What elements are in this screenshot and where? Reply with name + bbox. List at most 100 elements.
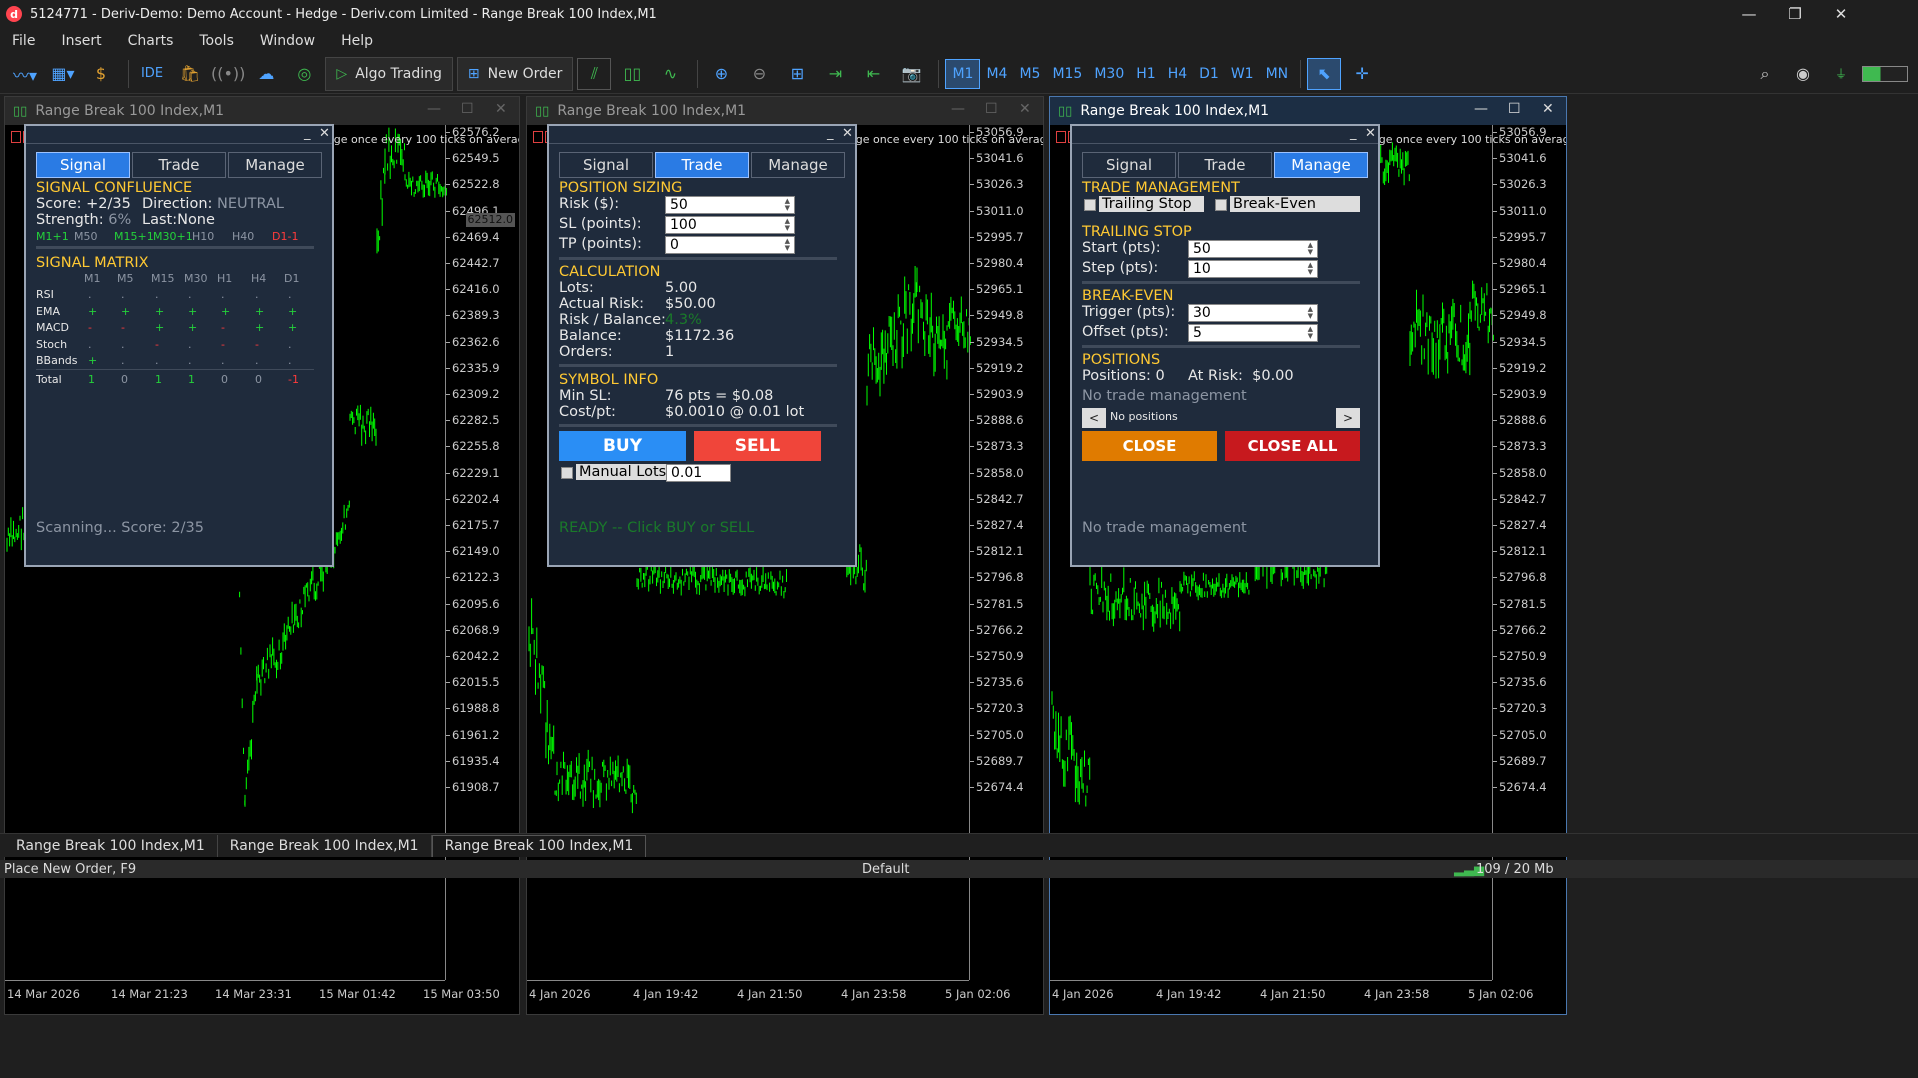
market-bag-icon[interactable]: 🛍 xyxy=(173,58,207,90)
spinner-icon[interactable]: ▲ ▼ xyxy=(1308,262,1313,276)
current-price-tag: 62512.0 xyxy=(465,213,515,227)
dollar-icon[interactable]: $ xyxy=(84,58,118,90)
crosshair-icon[interactable]: ✛ xyxy=(1345,58,1379,90)
break-even-checkbox[interactable] xyxy=(1215,199,1227,211)
trailing-start-input[interactable]: 50 ▲ ▼ xyxy=(1188,240,1318,258)
minimize-icon[interactable]: — xyxy=(1726,0,1772,28)
close-icon[interactable]: ✕ xyxy=(495,101,507,117)
restore-icon[interactable]: ❐ xyxy=(1772,0,1818,28)
indicators-icon[interactable]: ▦▾ xyxy=(46,58,80,90)
menu-tools[interactable]: Tools xyxy=(187,33,248,49)
algo-trading-button[interactable]: ▷ Algo Trading xyxy=(325,56,453,91)
minimize-icon[interactable]: _ xyxy=(827,126,834,141)
close-all-button[interactable]: CLOSE ALL xyxy=(1225,431,1360,461)
tab-signal[interactable]: Signal xyxy=(36,152,130,178)
ea-panel-manage: _ ✕ Signal Trade Manage TRADE MANAGEMENT… xyxy=(1070,124,1380,567)
timeframe-m15[interactable]: M15 xyxy=(1046,59,1088,89)
signal-broadcast-icon[interactable]: ((•)) xyxy=(211,58,245,90)
close-icon[interactable]: ✕ xyxy=(1365,126,1376,141)
time-tick: 15 Mar 01:42 xyxy=(319,987,396,1001)
ide-button[interactable]: IDE xyxy=(135,58,169,90)
tab-signal[interactable]: Signal xyxy=(1082,152,1176,178)
menu-insert[interactable]: Insert xyxy=(49,33,115,49)
prev-position-button[interactable]: < xyxy=(1082,408,1106,428)
close-icon[interactable]: ✕ xyxy=(842,126,853,141)
line-chart-icon[interactable]: 〰▾ xyxy=(8,58,42,90)
minimize-icon[interactable]: — xyxy=(427,101,441,117)
cloud-icon[interactable]: ☁ xyxy=(249,58,283,90)
timeframe-m5[interactable]: M5 xyxy=(1013,59,1046,89)
manual-lots-input[interactable]: 0.01 xyxy=(666,464,731,482)
trailing-stop-checkbox[interactable] xyxy=(1084,199,1096,211)
chart-tab[interactable]: Range Break 100 Index,M1 xyxy=(431,834,647,857)
zoom-out-icon[interactable]: ⊖ xyxy=(742,58,776,90)
timeframe-m4[interactable]: M4 xyxy=(980,59,1013,89)
maximize-icon[interactable]: ☐ xyxy=(985,101,998,117)
maximize-icon[interactable]: ☐ xyxy=(1508,101,1521,117)
minimize-icon[interactable]: — xyxy=(1474,101,1488,117)
be-trigger-input[interactable]: 30 ▲ ▼ xyxy=(1188,304,1318,322)
next-position-button[interactable]: > xyxy=(1336,408,1360,428)
screenshot-icon[interactable]: 📷 xyxy=(894,58,928,90)
close-button[interactable]: CLOSE xyxy=(1082,431,1217,461)
tab-manage[interactable]: Manage xyxy=(751,152,845,178)
be-offset-input[interactable]: 5 ▲ ▼ xyxy=(1188,324,1318,342)
close-icon[interactable]: ✕ xyxy=(1019,101,1031,117)
close-icon[interactable]: ✕ xyxy=(1818,0,1864,28)
direction-row: Direction: NEUTRAL xyxy=(142,196,284,212)
spinner-icon[interactable]: ▲ ▼ xyxy=(785,218,790,232)
maximize-icon[interactable]: ☐ xyxy=(461,101,474,117)
timeframe-d1[interactable]: D1 xyxy=(1193,59,1225,89)
menu-window[interactable]: Window xyxy=(248,33,329,49)
autoscroll-icon[interactable]: ⇥ xyxy=(818,58,852,90)
trailing-step-input[interactable]: 10 ▲ ▼ xyxy=(1188,260,1318,278)
spinner-icon[interactable]: ▲ ▼ xyxy=(785,238,790,252)
new-order-button[interactable]: ⊞ New Order xyxy=(456,56,574,91)
tile-windows-icon[interactable]: ⊞ xyxy=(780,58,814,90)
price-tick: 62389.3 xyxy=(446,308,500,322)
menu-file[interactable]: File xyxy=(0,33,49,49)
spinner-icon[interactable]: ▲ ▼ xyxy=(785,198,790,212)
bar-chart-icon[interactable]: ⫽ xyxy=(577,57,612,90)
zoom-in-icon[interactable]: ⊕ xyxy=(704,58,738,90)
spinner-icon[interactable]: ▲ ▼ xyxy=(1308,242,1313,256)
start-label: Start (pts): xyxy=(1082,240,1161,256)
menu-charts[interactable]: Charts xyxy=(116,33,188,49)
tab-trade[interactable]: Trade xyxy=(655,152,749,178)
risk-input[interactable]: 50 ▲ ▼ xyxy=(665,196,795,214)
spinner-icon[interactable]: ▲ ▼ xyxy=(1308,326,1313,340)
close-icon[interactable]: ✕ xyxy=(319,126,330,141)
chart-tab[interactable]: Range Break 100 Index,M1 xyxy=(4,834,218,857)
vps-globe-icon[interactable]: ◎ xyxy=(287,58,321,90)
timeframe-m30[interactable]: M30 xyxy=(1088,59,1130,89)
chart-tab[interactable]: Range Break 100 Index,M1 xyxy=(218,834,432,857)
chart-shift-icon[interactable]: ⇤ xyxy=(856,58,890,90)
tab-manage[interactable]: Manage xyxy=(1274,152,1368,178)
cursor-icon[interactable]: ⬉ xyxy=(1307,57,1342,90)
timeframe-m1[interactable]: M1 xyxy=(945,58,981,89)
timeframe-w1[interactable]: W1 xyxy=(1225,59,1260,89)
tab-manage[interactable]: Manage xyxy=(228,152,322,178)
timeframe-mn[interactable]: MN xyxy=(1260,59,1295,89)
line-icon[interactable]: ∿ xyxy=(653,58,687,90)
spinner-icon[interactable]: ▲ ▼ xyxy=(1308,306,1313,320)
cost-value: $0.0010 @ 0.01 lot xyxy=(665,404,805,420)
minimize-icon[interactable]: — xyxy=(951,101,965,117)
minimize-icon[interactable]: _ xyxy=(1350,126,1357,141)
timeframe-h4[interactable]: H4 xyxy=(1162,59,1193,89)
candlestick-icon[interactable]: ▯▯ xyxy=(615,58,649,90)
close-icon[interactable]: ✕ xyxy=(1542,101,1554,117)
buy-button[interactable]: BUY xyxy=(559,431,686,461)
account-icon[interactable]: ◉ xyxy=(1786,58,1820,90)
menu-help[interactable]: Help xyxy=(329,33,387,49)
tab-trade[interactable]: Trade xyxy=(132,152,226,178)
minimize-icon[interactable]: _ xyxy=(304,126,311,141)
manual-lots-checkbox[interactable] xyxy=(561,467,573,479)
timeframe-h1[interactable]: H1 xyxy=(1130,59,1161,89)
tp-input[interactable]: 0 ▲ ▼ xyxy=(665,236,795,254)
tab-signal[interactable]: Signal xyxy=(559,152,653,178)
sell-button[interactable]: SELL xyxy=(694,431,821,461)
tab-trade[interactable]: Trade xyxy=(1178,152,1272,178)
search-icon[interactable]: ⌕ xyxy=(1748,58,1782,90)
sl-input[interactable]: 100 ▲ ▼ xyxy=(665,216,795,234)
